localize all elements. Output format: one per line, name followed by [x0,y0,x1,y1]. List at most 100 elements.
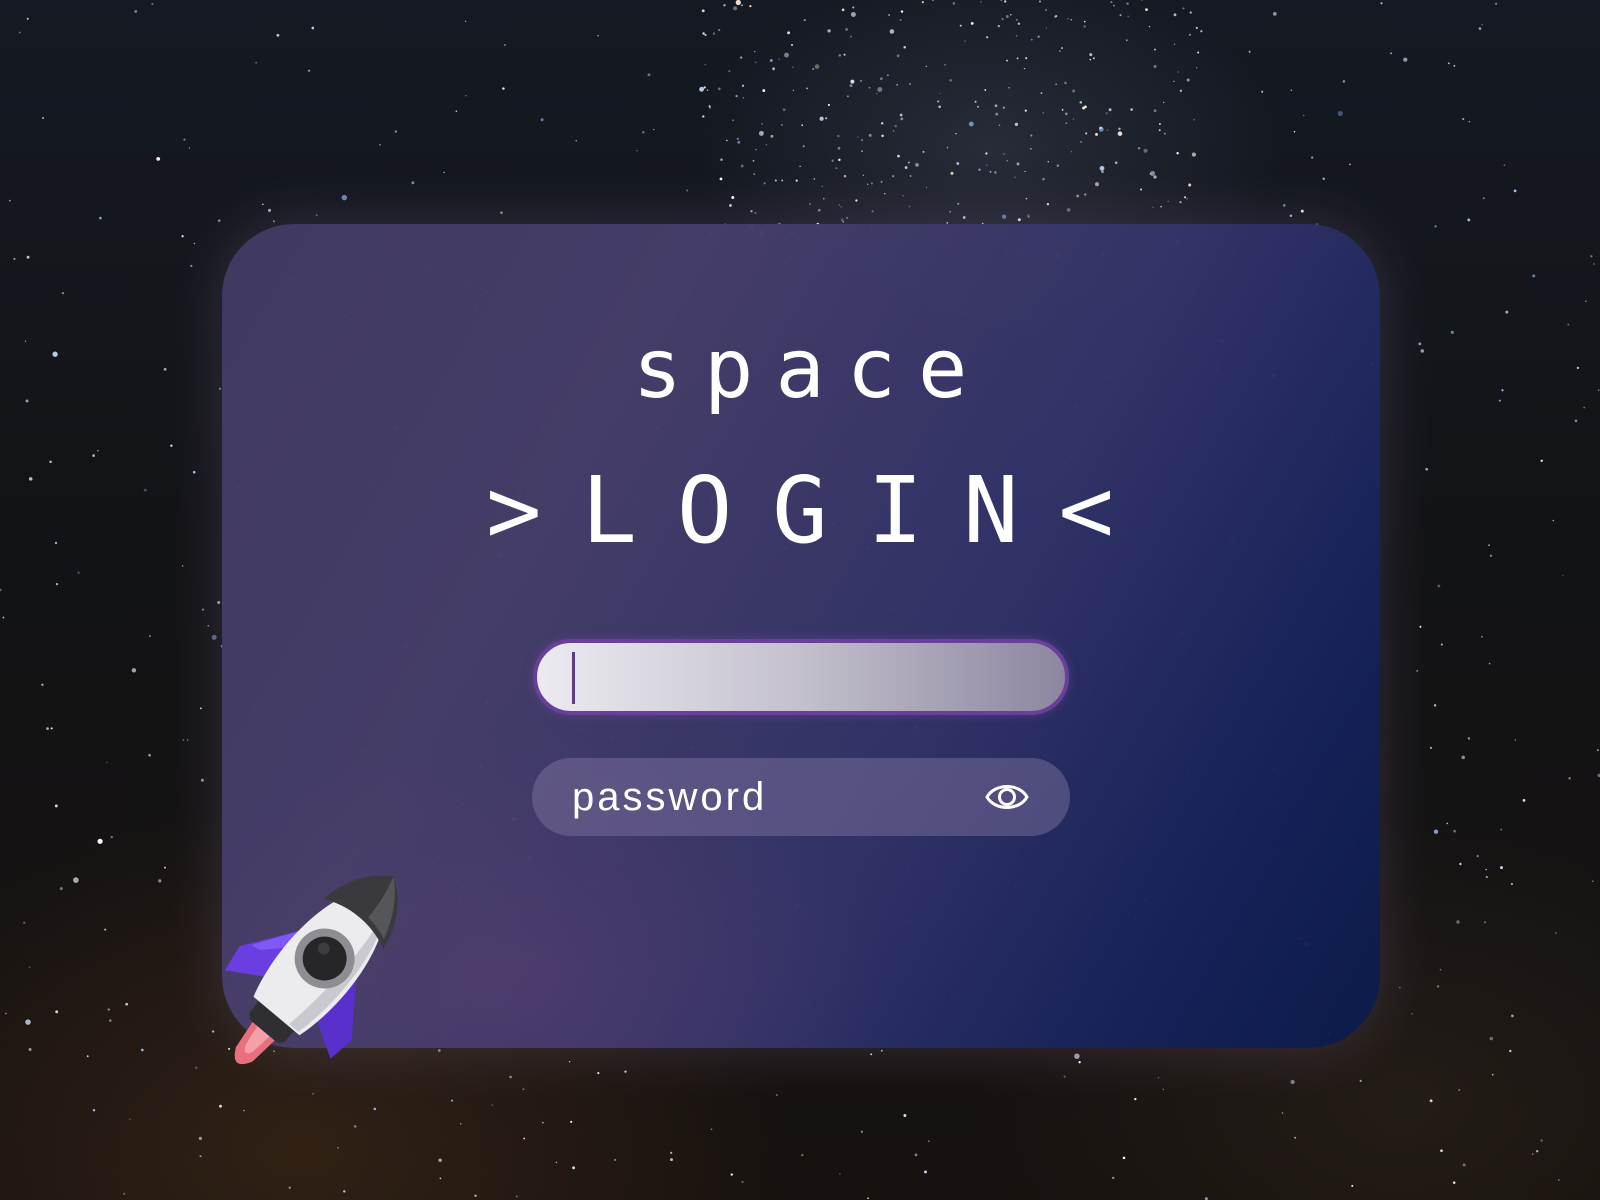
star [23,921,26,924]
star [1461,755,1465,760]
star [207,625,209,627]
star [1000,0,1003,2]
star [42,117,45,120]
star [504,44,506,46]
star [791,66,794,69]
star [181,565,184,567]
star [1494,2,1498,5]
password-field[interactable]: password [532,758,1070,836]
star [1300,209,1304,213]
star [2,616,5,619]
star [1110,1,1113,4]
star [509,1075,512,1079]
star [464,20,467,23]
star [955,132,957,135]
star [739,56,743,59]
star [821,185,824,188]
star [867,1197,870,1200]
star [217,601,221,604]
star [125,1002,129,1006]
star [1453,64,1456,67]
star [1025,57,1028,60]
star [1014,176,1016,178]
star [1433,829,1439,834]
star [1042,112,1045,114]
star [158,879,162,883]
star [1070,151,1073,153]
star [888,14,890,16]
star [217,219,221,222]
star [998,124,1001,126]
star [1063,1075,1066,1078]
star [870,182,873,185]
star [1176,152,1179,155]
star [795,179,798,182]
star [1182,7,1185,10]
star [276,33,280,37]
star [861,139,864,142]
star [61,291,65,295]
star [474,1194,477,1197]
star [1522,799,1526,802]
star [1485,875,1488,879]
star [1145,8,1148,11]
star [1532,274,1536,278]
star [778,58,780,60]
star [181,235,184,238]
star [1179,200,1182,204]
star [870,1053,873,1056]
star [1119,14,1122,17]
star [1006,159,1008,162]
star [123,1192,126,1195]
star [443,171,445,174]
star [1005,15,1009,18]
star [523,1137,526,1140]
star [776,1094,778,1096]
star [908,205,911,208]
star [1017,218,1021,222]
star [1015,34,1018,37]
star [1505,310,1509,314]
star [741,4,743,7]
star [1140,188,1143,191]
star [183,138,186,141]
star [1002,214,1007,219]
star [1186,78,1190,82]
star [726,139,728,142]
star [712,32,716,35]
star [902,194,904,197]
star [733,6,738,11]
star [1467,218,1471,222]
star [1154,48,1156,51]
star [642,131,645,134]
star [50,727,53,730]
star [959,24,962,27]
star [1141,0,1143,1]
star [1558,1179,1560,1181]
star [570,1120,573,1123]
eye-icon[interactable] [984,775,1030,819]
star [1349,163,1351,166]
username-input[interactable] [533,639,1069,715]
star [802,145,805,148]
app-word: space [632,322,990,417]
star [337,1146,339,1149]
star [491,1104,494,1106]
star [801,124,804,127]
star [1184,196,1187,199]
star [99,216,102,220]
star [1535,1149,1539,1153]
star [855,199,858,202]
star [1037,35,1040,38]
star [1439,968,1442,971]
star [13,257,16,260]
star [871,210,874,213]
star [1248,50,1251,53]
star [1283,204,1286,207]
star [1093,57,1095,60]
star [515,1195,518,1198]
star [1072,89,1076,93]
star [903,1114,907,1117]
star [899,113,903,117]
star [1500,866,1503,870]
